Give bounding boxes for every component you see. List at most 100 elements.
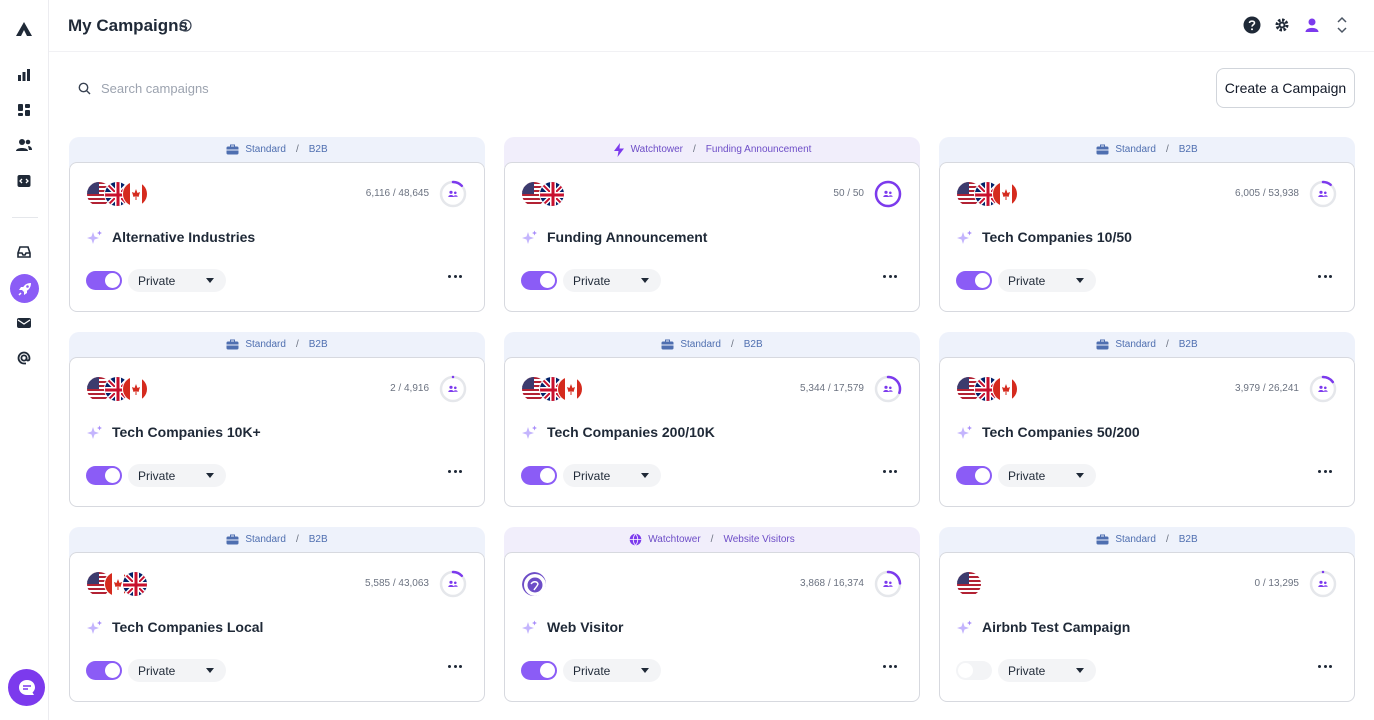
campaign-name[interactable]: Tech Companies 50/200 xyxy=(982,424,1140,440)
campaign-card[interactable]: Standard / B2B 3,979 / 26,241 Tech Companies… xyxy=(939,332,1355,508)
campaign-card[interactable]: Standard / B2B 5,585 / 43,063 Tech Companies… xyxy=(69,527,485,703)
privacy-value: Private xyxy=(573,273,611,288)
campaign-toggle[interactable] xyxy=(521,271,557,290)
country-flags xyxy=(521,571,547,597)
separator: / xyxy=(295,144,299,155)
campaign-type: Standard xyxy=(680,339,721,350)
campaign-card[interactable]: Watchtower / Funding Announcement 50 / 50 Fu… xyxy=(504,137,920,313)
lightning-icon xyxy=(613,142,624,157)
campaign-toggle[interactable] xyxy=(86,271,122,290)
campaign-card-body: 50 / 50 Funding Announcement Private xyxy=(504,162,920,312)
topbar-actions xyxy=(1242,14,1352,36)
sparkle-icon xyxy=(87,425,102,439)
campaign-toggle[interactable] xyxy=(956,466,992,485)
users-icon[interactable] xyxy=(12,133,36,157)
campaign-subtype: B2B xyxy=(1178,339,1198,350)
privacy-select[interactable]: Private xyxy=(563,659,661,682)
info-icon[interactable] xyxy=(179,19,192,32)
caret-down-icon xyxy=(641,668,649,673)
sparkle-icon xyxy=(957,620,972,634)
more-options-icon[interactable] xyxy=(1318,665,1332,669)
more-options-icon[interactable] xyxy=(448,665,462,669)
separator: / xyxy=(710,534,714,545)
progress-ring-icon xyxy=(439,375,467,403)
campaign-card[interactable]: Standard / B2B 6,005 / 53,938 Tech Companies… xyxy=(939,137,1355,313)
mail-icon[interactable] xyxy=(12,311,36,335)
campaign-toggle[interactable] xyxy=(521,661,557,680)
more-options-icon[interactable] xyxy=(883,275,897,279)
privacy-select[interactable]: Private xyxy=(563,269,661,292)
country-flags xyxy=(521,181,565,207)
inbox-icon[interactable] xyxy=(12,240,36,264)
campaign-name[interactable]: Airbnb Test Campaign xyxy=(982,619,1130,635)
create-campaign-button[interactable]: Create a Campaign xyxy=(1216,68,1355,108)
help-icon[interactable] xyxy=(1242,14,1262,36)
privacy-select[interactable]: Private xyxy=(128,464,226,487)
campaign-name[interactable]: Funding Announcement xyxy=(547,229,707,245)
progress-ring-icon xyxy=(874,180,902,208)
campaign-toggle[interactable] xyxy=(956,661,992,680)
rocket-icon[interactable] xyxy=(10,274,39,303)
campaign-card[interactable]: Standard / B2B 0 / 13,295 Airbnb Test Campai… xyxy=(939,527,1355,703)
flag-ca-icon xyxy=(557,376,583,402)
sparkle-icon xyxy=(87,620,102,634)
privacy-select[interactable]: Private xyxy=(998,659,1096,682)
chat-icon[interactable] xyxy=(8,669,45,706)
campaign-toggle[interactable] xyxy=(956,271,992,290)
campaign-type: Standard xyxy=(245,339,286,350)
campaign-name[interactable]: Tech Companies Local xyxy=(112,619,263,635)
chevron-updown-icon[interactable] xyxy=(1332,14,1352,36)
country-flags xyxy=(86,571,148,597)
briefcase-icon xyxy=(661,339,674,350)
campaign-card[interactable]: Standard / B2B 6,116 / 48,645 Alternative In… xyxy=(69,137,485,313)
code-icon[interactable] xyxy=(12,169,36,193)
privacy-select[interactable]: Private xyxy=(128,659,226,682)
caret-down-icon xyxy=(1076,278,1084,283)
more-options-icon[interactable] xyxy=(883,665,897,669)
more-options-icon[interactable] xyxy=(883,470,897,474)
privacy-value: Private xyxy=(138,273,176,288)
campaign-name[interactable]: Tech Companies 10/50 xyxy=(982,229,1132,245)
privacy-value: Private xyxy=(1008,663,1046,678)
dashboard-icon[interactable] xyxy=(12,98,36,122)
bar-chart-icon[interactable] xyxy=(12,63,36,87)
more-options-icon[interactable] xyxy=(448,275,462,279)
user-icon[interactable] xyxy=(1302,14,1322,36)
globe-icon xyxy=(629,533,642,546)
briefcase-icon xyxy=(226,534,239,545)
campaign-type: Watchtower xyxy=(648,534,701,545)
more-options-icon[interactable] xyxy=(1318,470,1332,474)
at-icon[interactable] xyxy=(12,346,36,370)
campaign-toggle[interactable] xyxy=(86,661,122,680)
lead-counts: 6,116 / 48,645 xyxy=(365,188,429,199)
gear-icon[interactable] xyxy=(1272,14,1292,36)
lead-counts: 5,585 / 43,063 xyxy=(365,578,429,589)
logo-icon[interactable] xyxy=(12,17,36,41)
campaign-card[interactable]: Standard / B2B 2 / 4,916 Tech Companies 10K+… xyxy=(69,332,485,508)
campaign-card[interactable]: Watchtower / Website Visitors 3,868 / 16,37… xyxy=(504,527,920,703)
campaign-name[interactable]: Tech Companies 200/10K xyxy=(547,424,715,440)
campaign-card-body: 2 / 4,916 Tech Companies 10K+ Private xyxy=(69,357,485,507)
campaign-name[interactable]: Tech Companies 10K+ xyxy=(112,424,261,440)
progress-ring-icon xyxy=(874,375,902,403)
more-options-icon[interactable] xyxy=(1318,275,1332,279)
lead-counts: 50 / 50 xyxy=(833,188,864,199)
privacy-value: Private xyxy=(138,663,176,678)
privacy-select[interactable]: Private xyxy=(998,269,1096,292)
privacy-select[interactable]: Private xyxy=(998,464,1096,487)
campaign-type: Standard xyxy=(245,144,286,155)
search-input[interactable] xyxy=(101,80,401,96)
campaign-card-body: 3,979 / 26,241 Tech Companies 50/200 Priva… xyxy=(939,357,1355,507)
campaign-card[interactable]: Standard / B2B 5,344 / 17,579 Tech Companies… xyxy=(504,332,920,508)
campaign-toggle[interactable] xyxy=(86,466,122,485)
campaign-name[interactable]: Alternative Industries xyxy=(112,229,255,245)
campaign-toggle[interactable] xyxy=(521,466,557,485)
privacy-select[interactable]: Private xyxy=(563,464,661,487)
privacy-select[interactable]: Private xyxy=(128,269,226,292)
campaign-name[interactable]: Web Visitor xyxy=(547,619,624,635)
separator: / xyxy=(1165,534,1169,545)
more-options-icon[interactable] xyxy=(448,470,462,474)
caret-down-icon xyxy=(206,278,214,283)
separator: / xyxy=(693,144,696,155)
privacy-value: Private xyxy=(1008,273,1046,288)
